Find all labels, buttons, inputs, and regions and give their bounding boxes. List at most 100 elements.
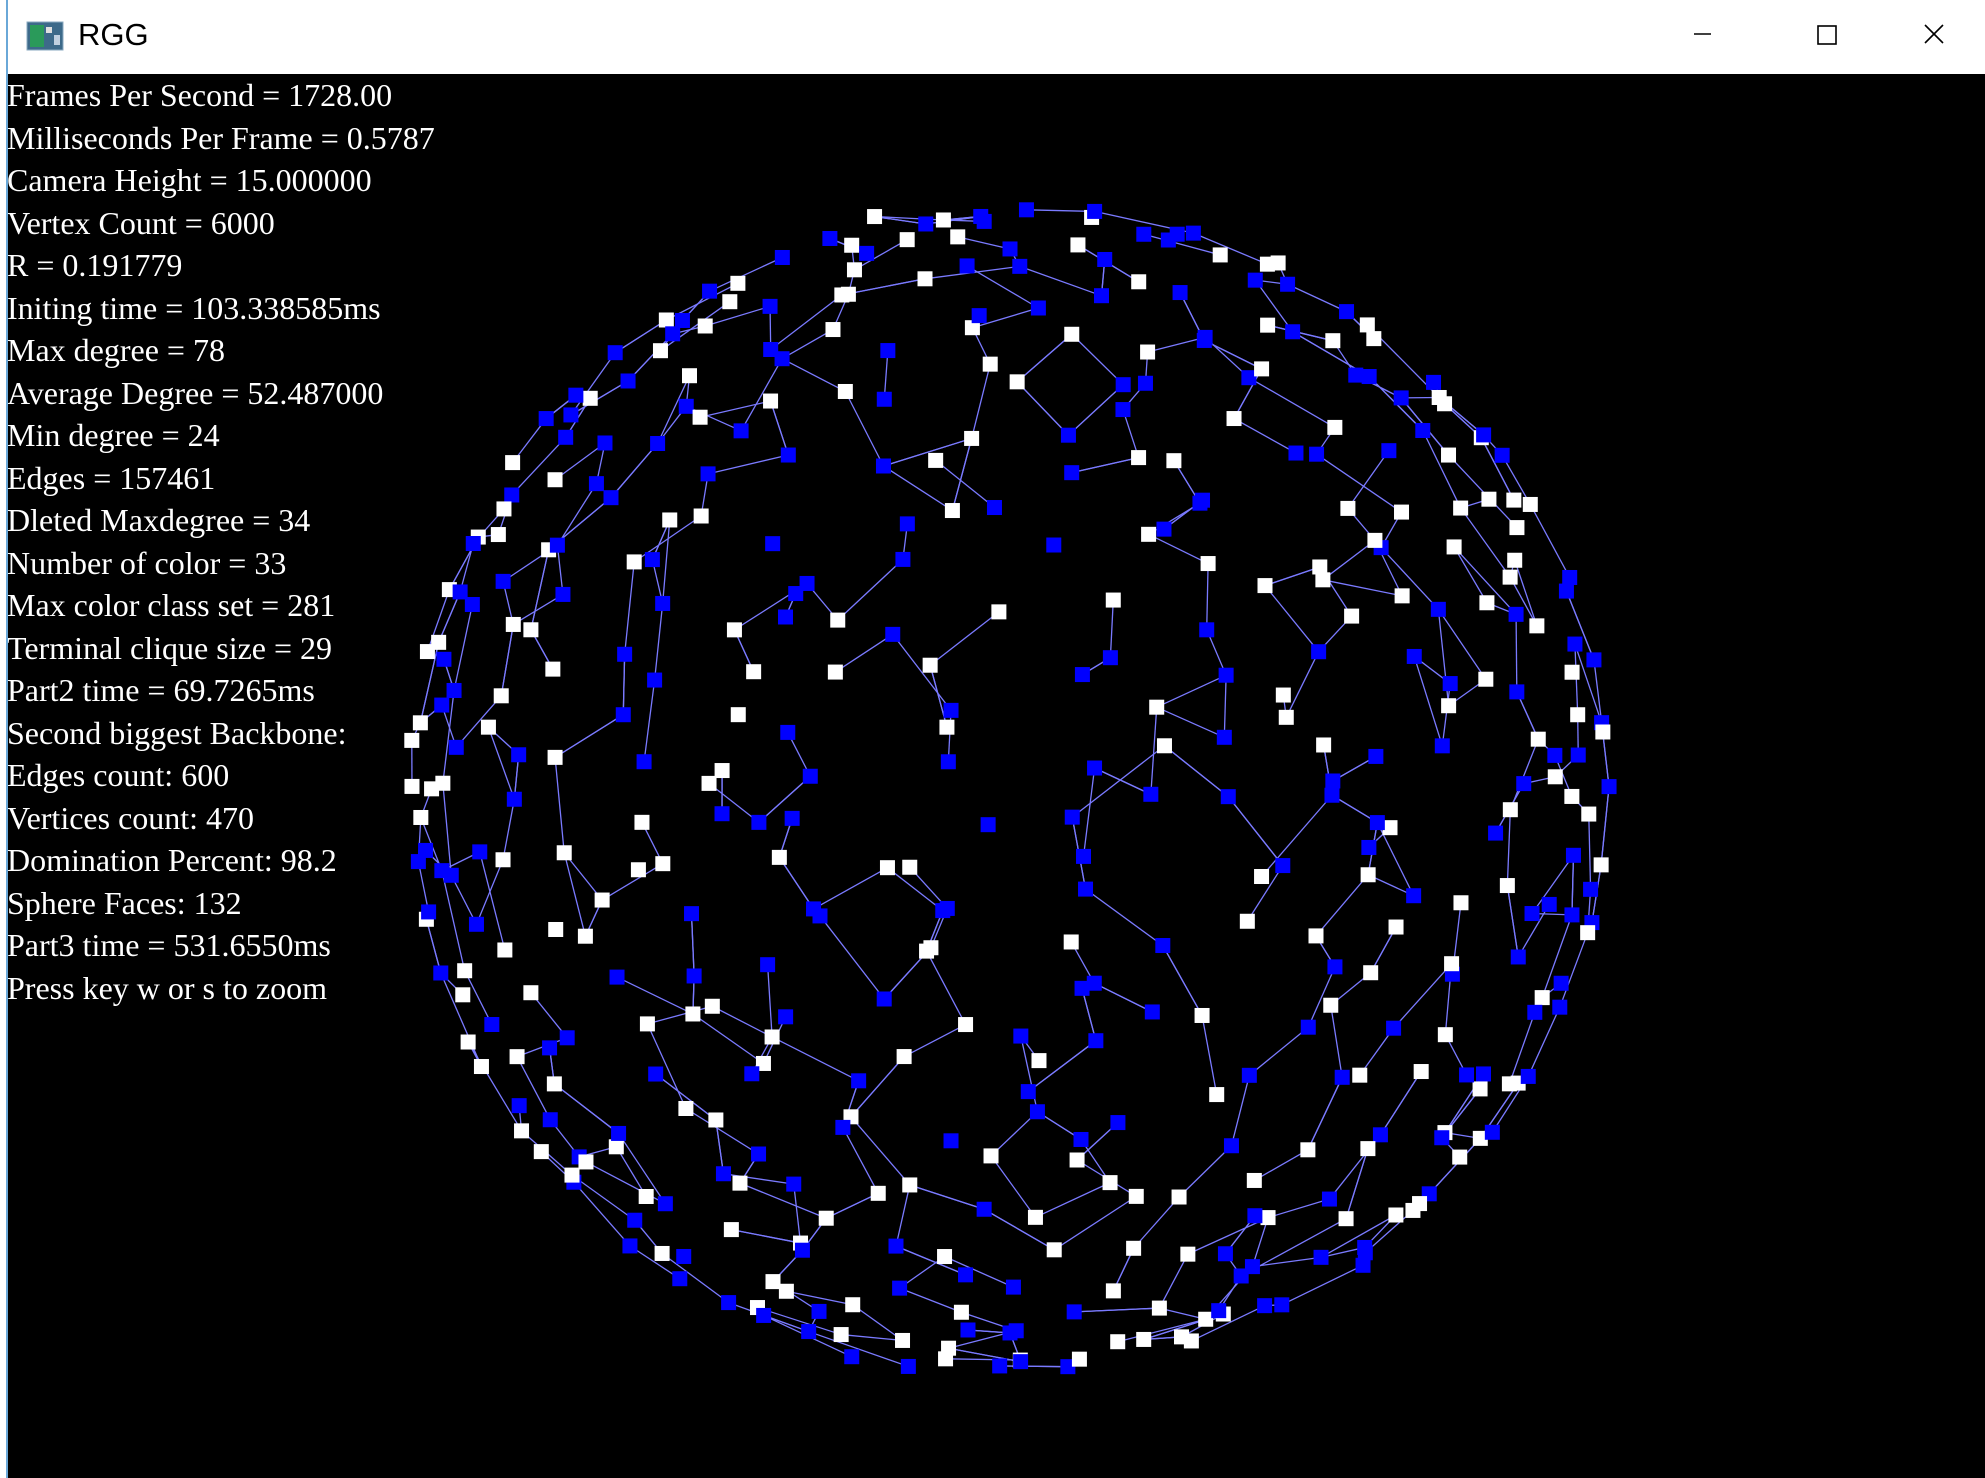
graph-node <box>1086 975 1102 991</box>
graph-node <box>620 373 636 389</box>
graph-edge <box>786 1290 853 1306</box>
graph-node <box>1315 572 1331 588</box>
graph-node <box>1199 622 1215 638</box>
graph-node <box>976 1201 992 1217</box>
graph-node <box>678 1101 694 1117</box>
graph-edge <box>1393 963 1453 1029</box>
graph-node <box>1131 450 1147 466</box>
graph-edge <box>944 1255 1014 1288</box>
graph-node <box>1031 1053 1047 1069</box>
graph-edge <box>1223 675 1227 738</box>
minimize-button[interactable] <box>1644 0 1760 74</box>
stat-line: Camera Height = 15.000000 <box>8 162 372 198</box>
graph-node <box>876 391 892 407</box>
graph-node <box>615 707 631 723</box>
graph-node <box>1110 1115 1126 1131</box>
close-button[interactable] <box>1876 0 1985 74</box>
graph-edge <box>616 976 694 1015</box>
graph-edge <box>438 591 461 643</box>
graph-node <box>1105 592 1121 608</box>
graph-node <box>1278 709 1294 725</box>
graph-node <box>549 537 565 553</box>
graph-node <box>647 672 663 688</box>
graph-node <box>1046 537 1062 553</box>
graph-edge <box>1201 1015 1218 1095</box>
graph-node <box>1406 888 1422 904</box>
render-canvas[interactable]: Frames Per Second = 1728.00 Milliseconds … <box>8 74 1985 1478</box>
graph-edge <box>440 972 483 1067</box>
graph-edge <box>1071 745 1165 818</box>
graph-node <box>895 1332 911 1348</box>
graph-node <box>780 724 796 740</box>
graph-edge <box>1093 982 1153 1013</box>
graph-node <box>468 916 484 932</box>
graph-node <box>1567 636 1583 652</box>
graph-node <box>1541 896 1557 912</box>
graph-node <box>1502 802 1518 818</box>
graph-node <box>1434 1130 1450 1146</box>
stat-line: Average Degree = 52.487000 <box>8 374 384 411</box>
graph-node <box>652 343 668 359</box>
graph-node <box>744 1066 760 1082</box>
graph-node <box>722 294 738 310</box>
stats-overlay: Frames Per Second = 1728.00 Milliseconds … <box>8 74 435 1009</box>
graph-node <box>1406 648 1422 664</box>
graph-edge <box>1162 945 1203 1016</box>
graph-node <box>980 817 996 833</box>
graph-node <box>892 1280 908 1296</box>
graph-node <box>1274 1297 1290 1313</box>
graph-node <box>1218 667 1234 683</box>
graph-node <box>1442 676 1458 692</box>
graph-node <box>1257 578 1273 594</box>
graph-edge <box>1147 336 1206 353</box>
stat-line: Vertices count: 470 <box>8 799 255 836</box>
graph-edge <box>1509 738 1539 810</box>
graph-edge <box>1422 430 1462 509</box>
graph-node <box>756 1307 772 1323</box>
graph-node <box>1361 369 1377 385</box>
graph-edge <box>1203 339 1262 370</box>
graph-edge <box>1230 1075 1250 1146</box>
graph-node <box>497 942 513 958</box>
graph-node <box>1087 760 1103 776</box>
graph-node <box>455 987 471 1003</box>
graph-edge <box>441 870 466 971</box>
graph-edge <box>1053 1195 1137 1251</box>
graph-node <box>676 1248 692 1264</box>
graph-node <box>1323 997 1339 1013</box>
graph-node <box>1352 1067 1368 1083</box>
graph-node <box>473 1059 489 1075</box>
graph-edge <box>1380 547 1439 610</box>
graph-node <box>777 609 793 625</box>
graph-node <box>1434 738 1450 754</box>
graph-node <box>465 536 481 552</box>
graph-edge <box>692 1013 764 1064</box>
graph-edge <box>819 915 885 1000</box>
graph-node <box>1359 317 1375 333</box>
title-bar[interactable]: RGG <box>8 0 1985 74</box>
graph-edge <box>1193 232 1268 265</box>
graph-node <box>505 455 521 471</box>
graph-edge <box>571 1174 636 1221</box>
graph-node <box>1064 465 1080 481</box>
graph-edge <box>1148 533 1209 565</box>
graph-node <box>506 791 522 807</box>
graph-edge <box>1267 324 1333 342</box>
graph-node <box>556 845 572 861</box>
graph-node <box>1151 1300 1167 1316</box>
graph-node <box>1143 786 1159 802</box>
graph-node <box>900 1358 916 1374</box>
maximize-button[interactable] <box>1760 0 1876 74</box>
graph-node <box>762 298 778 314</box>
graph-node <box>1069 1152 1085 1168</box>
graph-edge <box>1322 539 1376 581</box>
graph-node <box>545 661 561 677</box>
stat-line: Milliseconds Per Frame = 0.5787 <box>8 119 435 156</box>
graph-node <box>1360 1141 1376 1157</box>
graph-node <box>1141 526 1157 542</box>
graph-node <box>446 682 462 698</box>
graph-node <box>764 1029 780 1045</box>
stat-line: Initing time = 103.338585ms <box>8 289 381 326</box>
graph-edge <box>841 1333 903 1342</box>
graph-node <box>1547 769 1563 785</box>
